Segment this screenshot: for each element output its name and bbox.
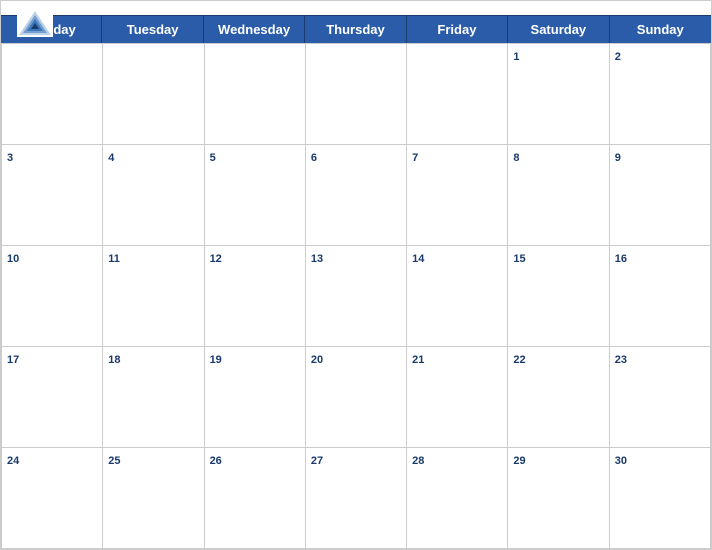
day-number: 17 [7, 354, 19, 366]
day-header-friday: Friday [407, 16, 508, 43]
day-number: 28 [412, 455, 424, 467]
day-cell-14: 14 [407, 246, 508, 347]
day-number: 14 [412, 253, 424, 265]
day-number: 24 [7, 455, 19, 467]
day-cell-8: 8 [508, 145, 609, 246]
day-cell-21: 21 [407, 347, 508, 448]
day-number: 19 [210, 354, 222, 366]
day-number: 18 [108, 354, 120, 366]
day-cell-2: 2 [610, 44, 711, 145]
day-header-wednesday: Wednesday [204, 16, 305, 43]
day-number: 27 [311, 455, 323, 467]
day-number: 5 [210, 152, 216, 164]
day-header-sunday: Sunday [610, 16, 711, 43]
day-number: 12 [210, 253, 222, 265]
day-cell-24: 24 [2, 448, 103, 549]
day-number: 13 [311, 253, 323, 265]
day-cell-26: 26 [205, 448, 306, 549]
calendar-header [1, 1, 711, 15]
day-cell-27: 27 [306, 448, 407, 549]
day-cell-13: 13 [306, 246, 407, 347]
day-cell-12: 12 [205, 246, 306, 347]
day-cell-6: 6 [306, 145, 407, 246]
day-number: 26 [210, 455, 222, 467]
calendar-grid: 1234567891011121314151617181920212223242… [1, 43, 711, 549]
day-number: 2 [615, 51, 621, 63]
day-cell-1: 1 [508, 44, 609, 145]
day-cell-30: 30 [610, 448, 711, 549]
day-cell-7: 7 [407, 145, 508, 246]
day-cell-10: 10 [2, 246, 103, 347]
empty-cell [407, 44, 508, 145]
day-cell-9: 9 [610, 145, 711, 246]
logo-icon [17, 9, 53, 37]
day-cell-20: 20 [306, 347, 407, 448]
day-number: 10 [7, 253, 19, 265]
day-cell-3: 3 [2, 145, 103, 246]
day-cell-29: 29 [508, 448, 609, 549]
day-cell-25: 25 [103, 448, 204, 549]
day-cell-28: 28 [407, 448, 508, 549]
day-number: 21 [412, 354, 424, 366]
day-number: 8 [513, 152, 519, 164]
day-cell-23: 23 [610, 347, 711, 448]
day-number: 16 [615, 253, 627, 265]
day-cell-18: 18 [103, 347, 204, 448]
day-cell-5: 5 [205, 145, 306, 246]
day-number: 11 [108, 253, 120, 265]
day-number: 3 [7, 152, 13, 164]
day-cell-22: 22 [508, 347, 609, 448]
empty-cell [306, 44, 407, 145]
empty-cell [103, 44, 204, 145]
day-header-saturday: Saturday [508, 16, 609, 43]
day-header-tuesday: Tuesday [102, 16, 203, 43]
day-header-thursday: Thursday [305, 16, 406, 43]
day-number: 22 [513, 354, 525, 366]
day-number: 4 [108, 152, 114, 164]
day-number: 20 [311, 354, 323, 366]
day-number: 29 [513, 455, 525, 467]
day-number: 6 [311, 152, 317, 164]
calendar-container: MondayTuesdayWednesdayThursdayFridaySatu… [0, 0, 712, 550]
day-cell-15: 15 [508, 246, 609, 347]
day-cell-4: 4 [103, 145, 204, 246]
day-number: 23 [615, 354, 627, 366]
logo [17, 9, 53, 37]
day-number: 1 [513, 51, 519, 63]
day-number: 25 [108, 455, 120, 467]
empty-cell [205, 44, 306, 145]
day-number: 7 [412, 152, 418, 164]
empty-cell [2, 44, 103, 145]
day-cell-17: 17 [2, 347, 103, 448]
day-number: 15 [513, 253, 525, 265]
day-number: 9 [615, 152, 621, 164]
day-cell-19: 19 [205, 347, 306, 448]
day-cell-16: 16 [610, 246, 711, 347]
day-cell-11: 11 [103, 246, 204, 347]
day-headers-row: MondayTuesdayWednesdayThursdayFridaySatu… [1, 15, 711, 43]
day-number: 30 [615, 455, 627, 467]
